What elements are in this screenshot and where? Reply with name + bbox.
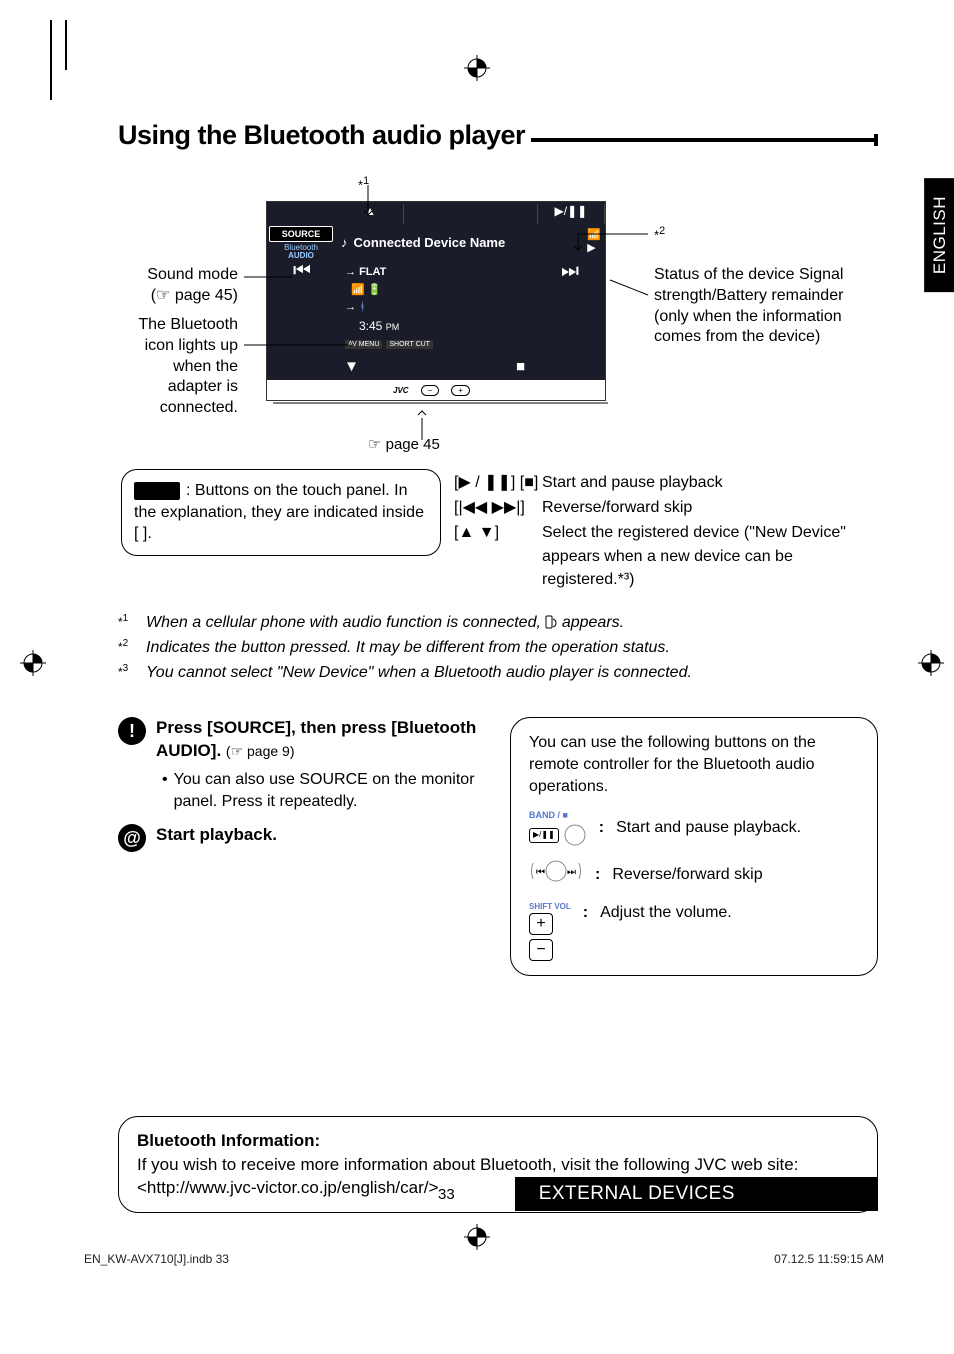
remote-volume-icon: SHIFT VOL + − xyxy=(529,902,571,961)
skip-prev-icon: ⏮ xyxy=(267,260,337,353)
registration-mark-bottom xyxy=(464,1224,490,1254)
step-number-1: ! xyxy=(118,717,146,745)
symbol-play-pause-stop: [▶ / ❚❚] [■] xyxy=(454,471,542,494)
svg-text:⏭: ⏭ xyxy=(567,867,576,878)
source-button-label: SOURCE xyxy=(269,226,333,242)
crop-mark xyxy=(50,20,52,100)
footnote-marker-1: *1 xyxy=(358,175,369,192)
symbol-up-down: [▲ ▼] xyxy=(454,521,542,591)
control-symbol-list: [▶ / ❚❚] [■]Start and pause playback [|◀… xyxy=(454,471,872,593)
footnotes: *1When a cellular phone with audio funct… xyxy=(118,611,878,685)
svg-text:⏮: ⏮ xyxy=(536,867,545,878)
document-footer: EN_KW-AVX710[J].indb 33 07.12.5 11:59:15… xyxy=(84,1252,884,1266)
symbol-skip: [|◀◀ ▶▶|] xyxy=(454,496,542,519)
phone-audio-icon xyxy=(545,615,557,631)
callout-bluetooth-icon: The Bluetooth icon lights up when the ad… xyxy=(118,315,238,419)
language-tab: ENGLISH xyxy=(924,178,954,292)
doc-footer-right: 07.12.5 11:59:15 AM xyxy=(774,1252,884,1266)
shortcut-chip: SHORT CUT xyxy=(386,340,433,349)
footer-section-band: EXTERNAL DEVICES xyxy=(515,1177,878,1211)
registration-mark-top xyxy=(464,55,490,85)
bluetooth-icon: ᚼ xyxy=(359,301,366,313)
title-rule xyxy=(531,138,874,142)
brand-label: JVC xyxy=(393,386,409,395)
remote-controller-box: You can use the following buttons on the… xyxy=(510,717,878,975)
step-2: @ Start playback. xyxy=(118,824,486,852)
step-1: ! Press [SOURCE], then press [Bluetooth … xyxy=(118,717,486,812)
footnote-marker-2: *2 xyxy=(654,225,665,242)
crop-mark xyxy=(65,20,67,70)
screen-up-icon: ▲ xyxy=(337,204,404,224)
page-reference: ☞ page 45 xyxy=(368,435,440,453)
page-number: 33 xyxy=(438,1186,455,1203)
doc-footer-left: EN_KW-AVX710[J].indb 33 xyxy=(84,1252,229,1266)
registration-mark-right xyxy=(918,650,944,680)
screen-down-icon: ▼ xyxy=(267,358,436,380)
screen-play-pause-icon: ▶/❚❚ xyxy=(538,204,605,224)
remote-skip-icon: ⏮⏭ xyxy=(529,859,583,890)
step-number-2: @ xyxy=(118,824,146,852)
remote-play-icon: BAND / ■ ▶/❚❚ xyxy=(529,809,587,847)
skip-next-icon: ⏭ xyxy=(535,260,605,353)
callout-status: Status of the device Signal strength/Bat… xyxy=(654,265,874,348)
mode-label: BluetoothAUDIO xyxy=(267,244,335,260)
page-title: Using the Bluetooth audio player xyxy=(118,120,525,151)
callout-sound-mode: Sound mode (☞ page 45) xyxy=(118,265,238,307)
title-rule-end xyxy=(874,134,878,146)
diagram-area: *1 *2 Sound mode (☞ page 45) The Bluetoo… xyxy=(118,175,878,605)
panel-bottom-strip: JVC − + xyxy=(267,380,605,400)
registration-mark-left xyxy=(20,650,46,680)
status-icons: 📶▶ xyxy=(583,224,605,260)
music-note-icon: ♪ xyxy=(341,235,348,250)
avmenu-chip: AV MENU xyxy=(345,340,382,349)
device-screen: ▲ ▶/❚❚ SOURCE BluetoothAUDIO ♪ Connected… xyxy=(266,201,606,401)
touch-panel-note: : Buttons on the touch panel. In the exp… xyxy=(121,469,441,556)
screen-stop-icon: ■ xyxy=(436,358,605,380)
device-name-label: ♪ Connected Device Name xyxy=(335,224,511,260)
touch-button-chip xyxy=(134,482,180,500)
